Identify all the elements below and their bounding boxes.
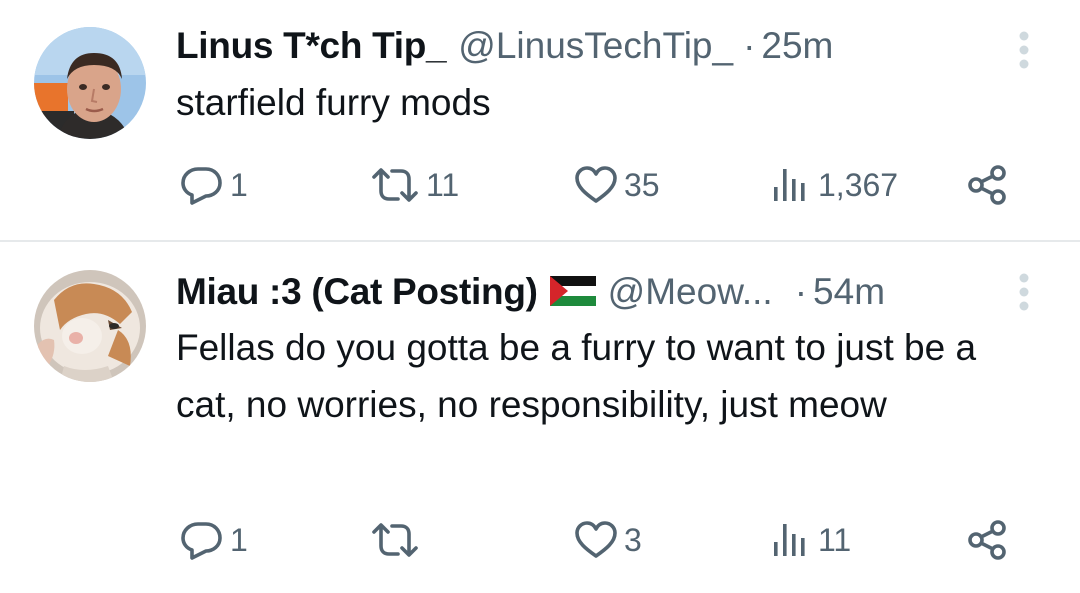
- views-button[interactable]: 1,367: [770, 160, 898, 210]
- palestine-flag-icon: [549, 276, 596, 307]
- more-vertical-icon[interactable]: [1014, 266, 1034, 316]
- like-button[interactable]: 35: [572, 160, 660, 210]
- display-name[interactable]: Miau :3 (Cat Posting): [176, 271, 538, 312]
- tweet-text: starfield furry mods: [176, 82, 491, 123]
- reply-icon: [181, 167, 222, 205]
- share-icon: [968, 520, 1006, 560]
- tweet-header: Miau :3 (Cat Posting) @Meow... · 54m: [176, 269, 885, 315]
- tweet[interactable]: Linus T*ch Tip_ @LinusTechTip_ · 25m starfi…: [0, 0, 1080, 240]
- separator: ·: [743, 25, 756, 66]
- timestamp[interactable]: 54m: [813, 271, 885, 312]
- views-count: 11: [818, 521, 852, 558]
- share-icon: [968, 165, 1006, 205]
- tweet-actions: 1 11 35 1,367: [176, 160, 1036, 210]
- separator: ·: [794, 271, 808, 312]
- share-button[interactable]: [964, 515, 1012, 565]
- handle[interactable]: @Meow...: [608, 271, 773, 312]
- avatar[interactable]: [34, 27, 146, 139]
- reply-count: 1: [230, 521, 248, 558]
- heart-icon: [575, 166, 617, 203]
- retweet-icon: [372, 523, 418, 557]
- retweet-count: 11: [426, 166, 460, 203]
- views-count: 1,367: [818, 166, 899, 203]
- views-button[interactable]: 11: [770, 515, 851, 565]
- retweet-icon: [372, 168, 418, 202]
- reply-button[interactable]: 1: [178, 515, 248, 565]
- tweet-text: Fellas do you gotta be a furry to want t…: [176, 327, 987, 425]
- share-button[interactable]: [964, 160, 1012, 210]
- avatar-image: [34, 27, 146, 139]
- retweet-button[interactable]: [368, 515, 426, 565]
- heart-icon: [575, 521, 617, 558]
- reply-icon: [181, 522, 222, 560]
- reply-count: 1: [230, 166, 248, 203]
- tweet[interactable]: Miau :3 (Cat Posting) @Meow... · 54m Fella…: [0, 242, 1080, 593]
- tweet-header: Linus T*ch Tip_ @LinusTechTip_ · 25m: [176, 23, 833, 69]
- tweet-actions: 1 3 11: [176, 515, 1036, 565]
- handle[interactable]: @LinusTechTip_: [458, 25, 733, 66]
- more-vertical-icon[interactable]: [1014, 24, 1034, 74]
- reply-button[interactable]: 1: [178, 160, 248, 210]
- views-icon: [774, 169, 805, 201]
- display-name[interactable]: Linus T*ch Tip_: [176, 25, 447, 66]
- avatar[interactable]: [34, 270, 146, 382]
- avatar-image: [34, 270, 146, 382]
- like-count: 35: [624, 166, 660, 203]
- like-button[interactable]: 3: [572, 515, 642, 565]
- retweet-button[interactable]: 11: [368, 160, 459, 210]
- like-count: 3: [624, 521, 642, 558]
- timestamp[interactable]: 25m: [761, 25, 833, 66]
- views-icon: [774, 524, 805, 556]
